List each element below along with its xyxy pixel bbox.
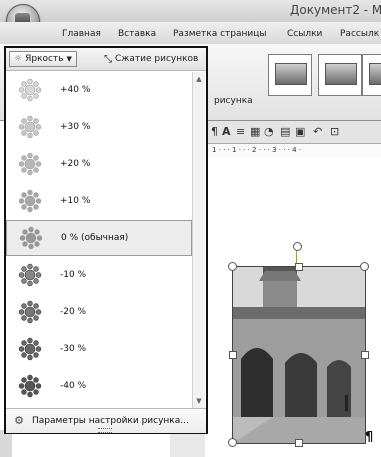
shape-icon[interactable]: ◔ [264, 125, 274, 138]
tab-references[interactable]: Ссылки [287, 29, 322, 39]
brightness-option-label: -10 % [60, 270, 87, 280]
brightness-option[interactable]: -30 % [6, 331, 192, 367]
brightness-option[interactable]: -10 % [6, 257, 192, 293]
compress-label: Сжатие рисунков [115, 54, 199, 64]
brightness-sun-icon [18, 374, 42, 398]
picture-options-label: Параметры настройки рисунка... [32, 416, 189, 426]
brightness-option-label: 0 % (обычная) [61, 233, 129, 243]
picture-style-thumb-2[interactable] [318, 54, 362, 96]
brightness-option-label: -30 % [60, 344, 87, 354]
brightness-sun-icon [18, 300, 42, 324]
picture-style-thumb-1[interactable] [268, 54, 312, 96]
selected-photo[interactable] [232, 266, 366, 444]
brightness-option-label: +30 % [60, 122, 91, 132]
ribbon-group-label: рисунка [214, 96, 253, 106]
insert-table-icon[interactable]: ▦ [250, 125, 260, 138]
brightness-option[interactable]: 0 % (обычная) [6, 220, 192, 256]
brightness-sun-icon [18, 152, 42, 176]
picture-style-thumb-3[interactable] [362, 54, 381, 96]
brightness-option-label: -40 % [60, 381, 87, 391]
panel-scrollbar[interactable]: ▲ ▼ [192, 72, 205, 408]
undo-icon[interactable]: ↶ [313, 125, 322, 138]
brightness-sun-icon [18, 337, 42, 361]
brightness-option-label: +40 % [60, 85, 91, 95]
brightness-option-label: -20 % [60, 307, 87, 317]
tab-insert[interactable]: Вставка [118, 29, 156, 39]
resize-handle-bottom[interactable] [295, 439, 303, 447]
align-icon[interactable]: ≡ [236, 125, 245, 138]
tab-home[interactable]: Главная [62, 29, 101, 39]
brightness-sun-icon [18, 263, 42, 287]
font-letter-icon[interactable]: A [222, 125, 231, 138]
resize-handle-top-left[interactable] [228, 262, 237, 271]
window-title: Документ2 - M [290, 3, 381, 17]
brightness-option[interactable]: +20 % [6, 146, 192, 182]
brightness-option[interactable]: -40 % [6, 368, 192, 404]
brightness-sun-icon [19, 226, 43, 250]
zoom-icon[interactable]: ⊡ [330, 125, 339, 138]
resize-handle-right[interactable] [361, 351, 369, 359]
tab-page-layout[interactable]: Разметка страницы [173, 29, 267, 39]
picture-icon[interactable]: ▣ [295, 125, 305, 138]
brightness-sun-icon [18, 189, 42, 213]
resize-handle-bottom-left[interactable] [228, 438, 237, 447]
scroll-down-icon[interactable]: ▼ [194, 396, 204, 406]
sun-icon: ☼ [14, 54, 23, 64]
brightness-option[interactable]: +40 % [6, 72, 192, 108]
resize-handle-top[interactable] [295, 263, 303, 271]
paragraph-mark: ¶ [365, 430, 374, 445]
brightness-option-label: +10 % [60, 196, 91, 206]
brightness-sun-icon [18, 115, 42, 139]
resize-grip[interactable] [98, 428, 112, 433]
ruler-marks: 1 · · · 1 · · · 2 · · · 3 · · · 4 · [212, 146, 302, 154]
scroll-up-icon[interactable]: ▲ [194, 74, 204, 84]
resize-handle-left[interactable] [229, 351, 237, 359]
compress-icon: ⤡ [104, 53, 112, 65]
pilcrow-toggle-icon[interactable]: ¶ [211, 125, 218, 138]
resize-handle-top-right[interactable] [360, 262, 369, 271]
brightness-options-list: +40 % +30 % +20 % +10 % 0 % (обычная) -10 % -2… [6, 72, 192, 408]
left-margin-strip [0, 430, 12, 457]
brightness-option[interactable]: +30 % [6, 109, 192, 145]
compress-pictures-button[interactable]: ⤡ Сжатие рисунков [104, 51, 198, 67]
chevron-down-icon: ▼ [66, 55, 72, 63]
rotation-handle[interactable] [293, 242, 302, 251]
brightness-option-label: +20 % [60, 159, 91, 169]
settings-icon: ⚙ [14, 414, 24, 427]
brightness-dropdown-button[interactable]: ☼ Яркость ▼ [9, 51, 77, 67]
brightness-sun-icon [18, 78, 42, 102]
photo-building-drawing [233, 267, 365, 443]
brightness-option[interactable]: -20 % [6, 294, 192, 330]
brightness-label: Яркость [25, 54, 64, 64]
chart-icon[interactable]: ▤ [280, 125, 290, 138]
tab-mailings[interactable]: Рассылк [340, 29, 379, 39]
brightness-option[interactable]: +10 % [6, 183, 192, 219]
